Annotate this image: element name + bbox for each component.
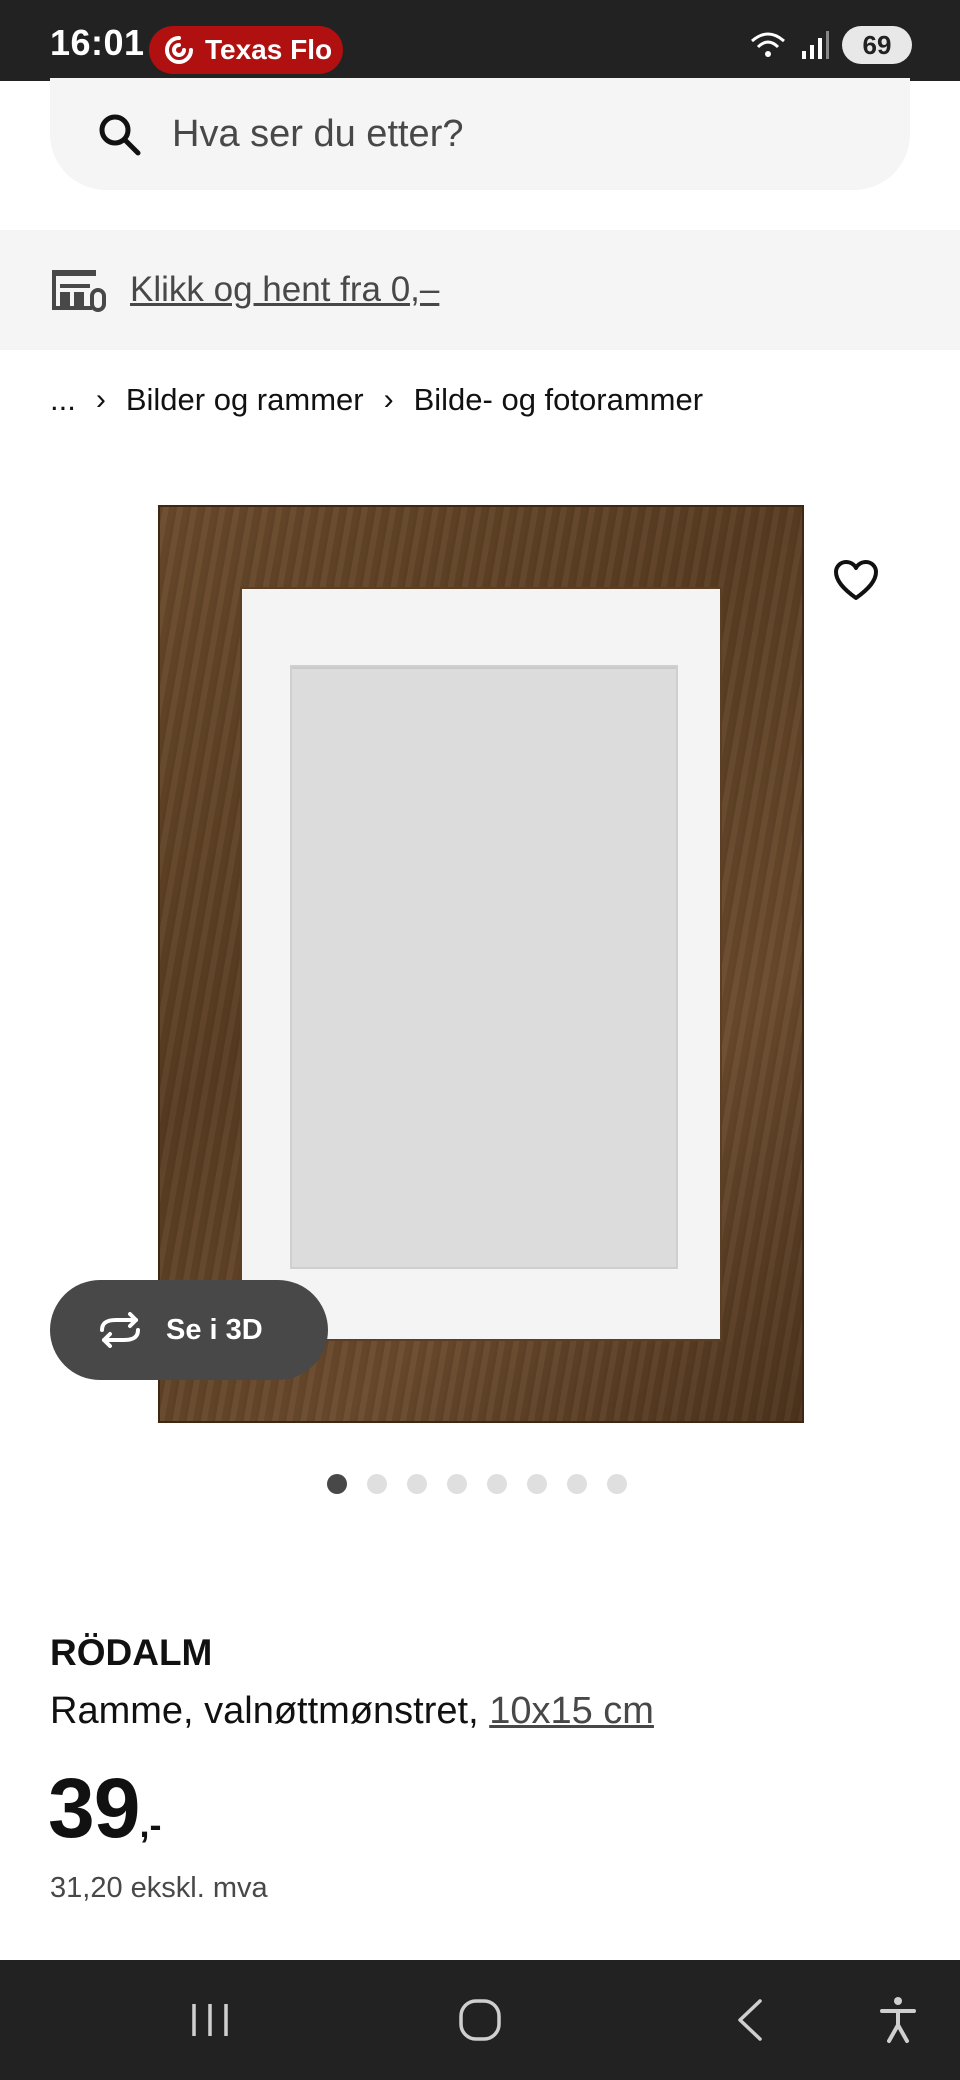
wifi-icon (751, 32, 785, 57)
home-icon (459, 1999, 501, 2041)
signal-icon (802, 31, 829, 59)
store-icon (52, 270, 106, 312)
favorite-button[interactable] (832, 558, 880, 607)
accessibility-button[interactable] (858, 1960, 938, 2080)
recent-apps-button[interactable] (170, 1960, 250, 2080)
back-chevron-icon (738, 1999, 762, 2041)
carousel-dot[interactable] (487, 1474, 507, 1494)
product-description: Ramme, valnøttmønstret, 10x15 cm (50, 1690, 654, 1733)
status-time: 16:01 (50, 22, 145, 63)
carousel-dot[interactable] (527, 1474, 547, 1494)
carousel-dots (327, 1474, 627, 1494)
carousel-dot[interactable] (607, 1474, 627, 1494)
battery-level: 69 (862, 29, 892, 60)
product-name: RÖDALM (50, 1632, 213, 1673)
heart-icon (834, 560, 878, 600)
search-input[interactable] (172, 112, 812, 156)
recent-apps-icon (192, 2004, 228, 2036)
carousel-dot[interactable] (447, 1474, 467, 1494)
battery-indicator: 69 (842, 26, 912, 64)
frame-mat (240, 587, 722, 1341)
search-bar[interactable] (50, 78, 910, 190)
rotate-3d-icon (100, 1312, 140, 1348)
chevron-right-icon: › (383, 383, 394, 416)
accessibility-icon (880, 1997, 916, 2043)
product-size-link[interactable]: 10x15 cm (489, 1690, 654, 1732)
frame-photo-area (292, 667, 676, 1267)
chevron-right-icon: › (95, 383, 106, 416)
status-bar: 16:01 Texas Flo 69 (0, 0, 960, 81)
breadcrumb: ... › Bilder og rammer › Bilde- og fotor… (50, 382, 703, 418)
system-nav-bar (0, 1960, 960, 2080)
live-activity-text: Texas Flo (205, 34, 333, 65)
carousel-dot[interactable] (367, 1474, 387, 1494)
price-suffix: ,- (139, 1804, 162, 1845)
live-activity-pill[interactable]: Texas Flo (149, 26, 343, 74)
carousel-dot[interactable] (327, 1474, 347, 1494)
view-in-3d-label: Se i 3D (166, 1313, 263, 1346)
home-button[interactable] (440, 1960, 520, 2080)
click-and-collect-banner[interactable]: Klikk og hent fra 0,– (0, 230, 960, 350)
carousel-dot[interactable] (567, 1474, 587, 1494)
view-in-3d-button[interactable]: Se i 3D (50, 1280, 328, 1380)
breadcrumb-item-pictures-frames[interactable]: Bilder og rammer (126, 382, 364, 418)
back-button[interactable] (710, 1960, 790, 2080)
price-integer: 39 (48, 1761, 140, 1855)
product-description-text: Ramme, valnøttmønstret, (50, 1690, 490, 1732)
breadcrumb-ellipsis[interactable]: ... (50, 382, 76, 418)
click-and-collect-link[interactable]: Klikk og hent fra 0,– (130, 270, 439, 310)
live-score-icon (165, 36, 193, 64)
carousel-dot[interactable] (407, 1474, 427, 1494)
status-icons: 69 (748, 26, 912, 64)
breadcrumb-item-photo-frames[interactable]: Bilde- og fotorammer (414, 382, 703, 418)
search-icon (99, 114, 141, 156)
product-price: 39,- (48, 1760, 161, 1857)
price-excl-vat: 31,20 ekskl. mva (50, 1872, 268, 1904)
